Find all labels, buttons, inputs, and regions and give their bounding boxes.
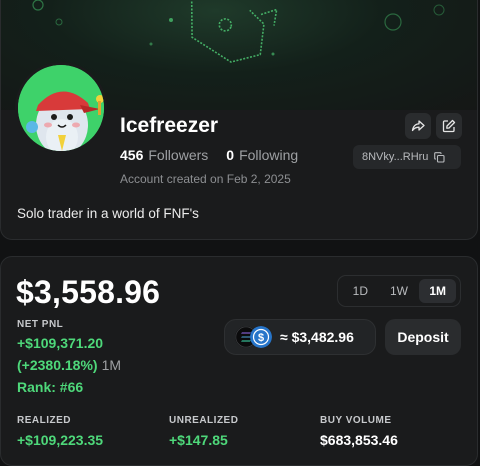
deposit-button[interactable]: Deposit — [385, 319, 461, 355]
net-pnl-period: 1M — [101, 357, 122, 373]
followers-count[interactable]: 456 — [120, 147, 143, 163]
copy-icon[interactable] — [434, 151, 445, 163]
unrealized-value: +$147.85 — [169, 432, 228, 448]
avatar-image — [18, 65, 104, 151]
followers-label[interactable]: Followers — [148, 147, 208, 163]
range-option-1m[interactable]: 1M — [419, 279, 457, 303]
share-button[interactable] — [405, 113, 431, 139]
realized-label: REALIZED — [17, 415, 71, 426]
edit-profile-button[interactable] — [436, 113, 462, 139]
usdc-icon: $ — [250, 326, 272, 348]
buy-volume-stat: BUY VOLUME $683,853.46 — [320, 415, 398, 448]
rank-badge: Rank: #66 — [17, 379, 84, 395]
wallet-address-chip[interactable]: 8NVky...RHru — [353, 145, 461, 169]
svg-text:$: $ — [258, 332, 264, 344]
portfolio-value: $3,558.96 — [16, 274, 161, 310]
net-pnl-label: NET PNL — [17, 319, 64, 330]
username: Icefreezer — [120, 114, 219, 137]
follow-stats: 456 Followers 0 Following — [120, 147, 316, 163]
unrealized-stat: UNREALIZED +$147.85 — [169, 415, 238, 448]
range-option-1d[interactable]: 1D — [342, 279, 379, 303]
following-count[interactable]: 0 — [226, 147, 234, 163]
profile-bio: Solo trader in a world of FNF's — [17, 206, 199, 221]
pnl-card: $3,558.96 1D 1W 1M NET PNL +$109,371.20 … — [0, 256, 478, 466]
token-balance-pill[interactable]: $ ≈ $3,482.96 — [224, 319, 376, 355]
share-icon — [411, 120, 425, 132]
unrealized-label: UNREALIZED — [169, 415, 239, 426]
balance-value: ≈ $3,482.96 — [280, 329, 354, 345]
account-created-date: Account created on Feb 2, 2025 — [120, 172, 291, 186]
net-pnl-percent-row: (+2380.18%) 1M — [17, 357, 121, 373]
realized-value: +$109,223.35 — [17, 432, 104, 448]
realized-stat: REALIZED +$109,223.35 — [17, 415, 103, 448]
buy-volume-value: $683,853.46 — [320, 432, 398, 448]
wallet-address: 8NVky...RHru — [362, 151, 429, 163]
net-pnl-value: +$109,371.20 — [17, 335, 104, 351]
time-range-selector: 1D 1W 1M — [337, 275, 461, 307]
token-icons: $ — [235, 326, 273, 348]
profile-card: Icefreezer 456 Followers 0 Following 8NVky.… — [0, 0, 478, 240]
net-pnl-percent: (+2380.18%) — [17, 357, 98, 373]
avatar[interactable] — [15, 62, 107, 154]
buy-volume-label: BUY VOLUME — [320, 415, 392, 426]
range-option-1w[interactable]: 1W — [381, 279, 418, 303]
edit-icon — [442, 119, 456, 133]
following-label[interactable]: Following — [239, 147, 298, 163]
